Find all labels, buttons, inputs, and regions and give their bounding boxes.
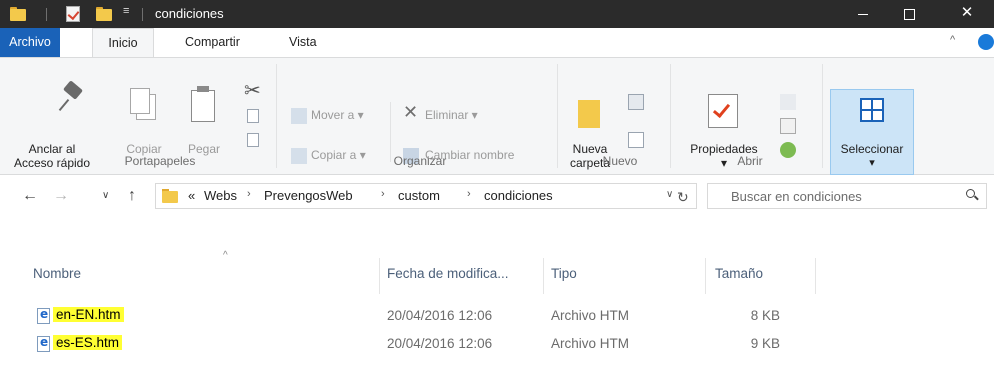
copy-icon-back xyxy=(130,88,150,114)
group-label-abrir: Abrir xyxy=(737,154,763,168)
new-item-icon[interactable] xyxy=(628,94,644,110)
column-header-type[interactable]: Tipo xyxy=(551,266,577,281)
chevron-right-icon[interactable]: › xyxy=(247,188,251,200)
ribbon-tabs: Archivo Inicio Compartir Vista ^ xyxy=(0,28,994,58)
cut-icon[interactable]: ✂ xyxy=(244,78,261,103)
column-header-name[interactable]: Nombre xyxy=(33,266,81,281)
organize-divider xyxy=(390,102,391,162)
column-header-date[interactable]: Fecha de modifica... xyxy=(387,266,509,281)
address-overflow-icon[interactable]: « xyxy=(188,188,195,203)
open-icon[interactable] xyxy=(780,94,796,110)
search-input[interactable]: Buscar en condiciones xyxy=(707,183,987,209)
select-label: Seleccionar xyxy=(840,142,904,156)
properties-check-icon[interactable] xyxy=(66,6,80,22)
tab-vista[interactable]: Vista xyxy=(278,28,328,58)
tab-archivo[interactable]: Archivo xyxy=(0,28,60,58)
clipboard-clip xyxy=(197,86,209,92)
close-button[interactable]: ✕ xyxy=(940,0,994,28)
collapse-ribbon-icon[interactable]: ^ xyxy=(950,34,955,46)
select-button[interactable]: Seleccionar ▾ xyxy=(830,89,914,175)
file-type: Archivo HTM xyxy=(551,308,630,323)
forward-icon[interactable]: → xyxy=(53,187,69,205)
file-name[interactable]: es-ES.htm xyxy=(53,335,123,350)
file-date: 20/04/2016 12:06 xyxy=(387,308,493,323)
copy-to-icon xyxy=(291,148,307,164)
group-divider xyxy=(276,64,277,168)
group-divider xyxy=(670,64,671,168)
breadcrumb-custom[interactable]: custom xyxy=(398,188,440,203)
new-folder-icon-large xyxy=(578,100,600,128)
search-icon[interactable] xyxy=(966,189,979,201)
delete-button[interactable]: Eliminar ▾ xyxy=(425,106,478,124)
group-label-portapapeles: Portapapeles xyxy=(124,154,196,168)
navigation-bar: ← → ∨ ↑ « Webs › PrevengosWeb › custom ›… xyxy=(0,175,994,219)
group-label-organizar: Organizar xyxy=(393,154,447,168)
pin-icon xyxy=(57,80,87,114)
copy-path-icon[interactable] xyxy=(247,109,259,123)
breadcrumb-condiciones[interactable]: condiciones xyxy=(484,188,553,203)
group-divider xyxy=(822,64,823,168)
breadcrumb-webs[interactable]: Webs xyxy=(204,188,237,203)
breadcrumb-prevengosweb[interactable]: PrevengosWeb xyxy=(264,188,353,203)
tab-inicio[interactable]: Inicio xyxy=(92,28,154,58)
tab-compartir[interactable]: Compartir xyxy=(174,28,251,58)
file-type: Archivo HTM xyxy=(551,336,630,351)
paste-icon xyxy=(191,90,215,122)
minimize-button[interactable] xyxy=(840,0,886,28)
group-divider xyxy=(557,64,558,168)
title-bar: ≡ condiciones ✕ xyxy=(0,0,994,28)
paste-shortcut-icon[interactable] xyxy=(247,133,259,147)
delete-icon: ✕ xyxy=(403,102,419,122)
move-to-button[interactable]: Mover a ▾ xyxy=(311,106,364,124)
file-size: 8 KB xyxy=(750,308,780,323)
up-icon[interactable]: ↑ xyxy=(128,187,136,205)
select-grid-icon xyxy=(860,98,884,122)
back-icon[interactable]: ← xyxy=(22,187,38,205)
chevron-right-icon[interactable]: › xyxy=(381,188,385,200)
column-header-size[interactable]: Tamaño xyxy=(715,266,763,281)
new-folder-icon[interactable] xyxy=(96,7,112,21)
edit-icon[interactable] xyxy=(780,118,796,134)
chevron-right-icon[interactable]: › xyxy=(467,188,471,200)
ribbon: Anclar al Acceso rápido Copiar Pegar ✂ P… xyxy=(0,57,994,175)
help-icon[interactable] xyxy=(978,34,994,50)
file-list: ^ Nombre Fecha de modifica... Tipo Tamañ… xyxy=(0,219,994,376)
group-label-nuevo: Nuevo xyxy=(602,154,638,168)
column-divider[interactable] xyxy=(815,258,816,294)
title-divider xyxy=(142,8,143,21)
file-row[interactable]: en-EN.htm 20/04/2016 12:06 Archivo HTM 8… xyxy=(0,305,994,327)
file-size: 9 KB xyxy=(750,336,780,351)
column-divider[interactable] xyxy=(705,258,706,294)
file-row[interactable]: es-ES.htm 20/04/2016 12:06 Archivo HTM 9… xyxy=(0,333,994,355)
select-dropdown-icon: ▾ xyxy=(869,157,875,169)
window-title: condiciones xyxy=(155,6,224,21)
address-bar[interactable]: « Webs › PrevengosWeb › custom › condici… xyxy=(155,183,697,209)
move-to-icon xyxy=(291,108,307,124)
easy-access-icon[interactable] xyxy=(628,132,644,148)
customize-quick-access-icon[interactable]: ≡ xyxy=(123,5,129,17)
refresh-icon[interactable]: ↻ xyxy=(677,189,689,206)
maximize-button[interactable] xyxy=(886,0,932,28)
properties-icon xyxy=(708,94,738,128)
column-divider[interactable] xyxy=(379,258,380,294)
file-date: 20/04/2016 12:06 xyxy=(387,336,493,351)
toolbar-divider xyxy=(46,8,47,21)
folder-icon[interactable] xyxy=(10,7,26,21)
search-placeholder: Buscar en condiciones xyxy=(731,189,862,204)
recent-locations-icon[interactable]: ∨ xyxy=(102,190,109,201)
folder-icon xyxy=(162,189,178,203)
column-divider[interactable] xyxy=(543,258,544,294)
file-name[interactable]: en-EN.htm xyxy=(53,307,124,322)
html-file-icon xyxy=(37,335,50,352)
address-dropdown-icon[interactable]: ∨ xyxy=(666,189,673,200)
html-file-icon xyxy=(37,307,50,324)
sort-indicator-icon: ^ xyxy=(223,250,228,261)
